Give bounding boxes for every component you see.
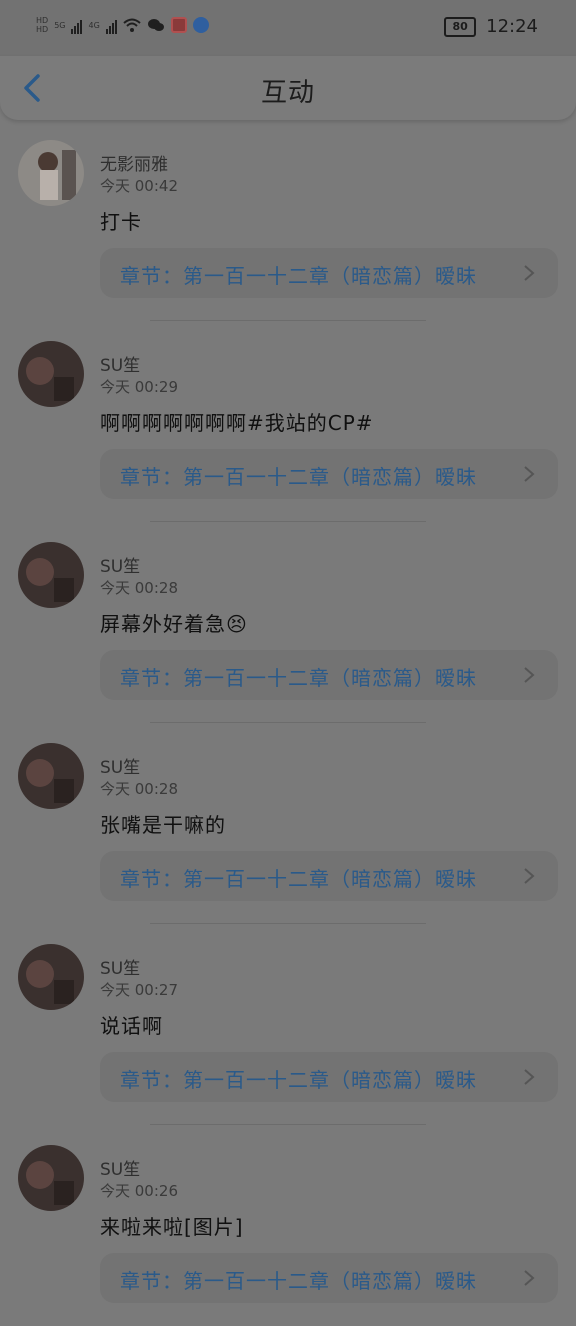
chevron-right-icon — [524, 868, 535, 884]
chapter-link[interactable]: 章节：第一百一十二章（暗恋篇）暧昧 — [100, 248, 558, 298]
comment-content: 打卡 — [100, 210, 142, 234]
signal-icon — [71, 16, 83, 34]
chapter-label: 章节：第一百一十二章（暗恋篇）暧昧 — [120, 1068, 477, 1092]
comment-content: 张嘴是干嘛的 — [100, 813, 226, 837]
chapter-link[interactable]: 章节：第一百一十二章（暗恋篇）暧昧 — [100, 1253, 558, 1303]
comment-time: 今天 00:42 — [100, 177, 178, 195]
notification-app-icon-red — [170, 17, 187, 33]
comment-username[interactable]: SU笙 — [100, 351, 140, 376]
comment-time: 今天 00:29 — [100, 378, 178, 396]
comment-item[interactable]: SU笙 今天 00:27 说话啊 章节：第一百一十二章（暗恋篇）暧昧 — [0, 924, 576, 1125]
notification-app-icon-blue — [192, 17, 209, 33]
avatar[interactable] — [18, 542, 84, 608]
sim-indicator: HD HD — [36, 16, 49, 34]
comment-time: 今天 00:27 — [100, 981, 178, 999]
comment-content: 啊啊啊啊啊啊啊#我站的CP# — [100, 411, 374, 435]
comment-item[interactable]: SU笙 今天 00:28 张嘴是干嘛的 章节：第一百一十二章（暗恋篇）暧昧 — [0, 723, 576, 924]
wechat-icon — [147, 19, 164, 31]
comment-username[interactable]: SU笙 — [100, 954, 140, 979]
chapter-label: 章节：第一百一十二章（暗恋篇）暧昧 — [120, 666, 477, 690]
avatar[interactable] — [18, 1145, 84, 1211]
comment-content: 屏幕外好着急😣 — [100, 612, 248, 636]
chevron-right-icon — [524, 1270, 535, 1286]
comment-item[interactable]: SU笙 今天 00:29 啊啊啊啊啊啊啊#我站的CP# 章节：第一百一十二章（暗… — [0, 321, 576, 522]
comment-item[interactable]: SU笙 今天 00:26 来啦来啦[图片] 章节：第一百一十二章（暗恋篇）暧昧 — [0, 1125, 576, 1326]
status-bar: HD HD 5G 4G 80 12:24 — [0, 0, 576, 56]
chevron-right-icon — [524, 265, 535, 281]
status-icons-left: HD HD 5G 4G — [36, 16, 209, 34]
battery-icon: 80 — [444, 16, 477, 37]
comment-username[interactable]: SU笙 — [100, 552, 140, 577]
chapter-link[interactable]: 章节：第一百一十二章（暗恋篇）暧昧 — [100, 449, 558, 499]
chapter-label: 章节：第一百一十二章（暗恋篇）暧昧 — [120, 465, 477, 489]
comment-item[interactable]: SU笙 今天 00:28 屏幕外好着急😣 章节：第一百一十二章（暗恋篇）暧昧 — [0, 522, 576, 723]
chevron-right-icon — [524, 667, 535, 683]
comment-username[interactable]: SU笙 — [100, 753, 140, 778]
chevron-right-icon — [524, 466, 535, 482]
chapter-link[interactable]: 章节：第一百一十二章（暗恋篇）暧昧 — [100, 851, 558, 901]
comment-time: 今天 00:28 — [100, 579, 178, 597]
signal-icon-2 — [105, 16, 117, 34]
network-type-2: 4G — [88, 20, 100, 30]
status-icons-right: 80 12:24 — [444, 16, 538, 37]
comment-content: 说话啊 — [100, 1014, 163, 1038]
comment-time: 今天 00:26 — [100, 1182, 178, 1200]
comment-list[interactable]: 无影丽雅 今天 00:42 打卡 章节：第一百一十二章（暗恋篇）暧昧 SU笙 今… — [0, 120, 576, 1326]
page-title: 互动 — [260, 78, 315, 108]
app-header: 互动 — [0, 56, 576, 120]
comment-content: 来啦来啦[图片] — [100, 1215, 244, 1239]
chevron-right-icon — [524, 1069, 535, 1085]
avatar[interactable] — [18, 944, 84, 1010]
chapter-link[interactable]: 章节：第一百一十二章（暗恋篇）暧昧 — [100, 650, 558, 700]
comment-time: 今天 00:28 — [100, 780, 178, 798]
wifi-icon — [123, 18, 141, 32]
avatar[interactable] — [18, 341, 84, 407]
comment-username[interactable]: 无影丽雅 — [100, 150, 168, 175]
chapter-link[interactable]: 章节：第一百一十二章（暗恋篇）暧昧 — [100, 1052, 558, 1102]
comment-username[interactable]: SU笙 — [100, 1155, 140, 1180]
comment-item[interactable]: 无影丽雅 今天 00:42 打卡 章节：第一百一十二章（暗恋篇）暧昧 — [0, 120, 576, 321]
network-type-1: 5G — [54, 20, 66, 30]
status-clock: 12:24 — [486, 16, 538, 37]
chapter-label: 章节：第一百一十二章（暗恋篇）暧昧 — [120, 867, 477, 891]
chapter-label: 章节：第一百一十二章（暗恋篇）暧昧 — [120, 264, 477, 288]
avatar[interactable] — [18, 140, 84, 206]
avatar[interactable] — [18, 743, 84, 809]
